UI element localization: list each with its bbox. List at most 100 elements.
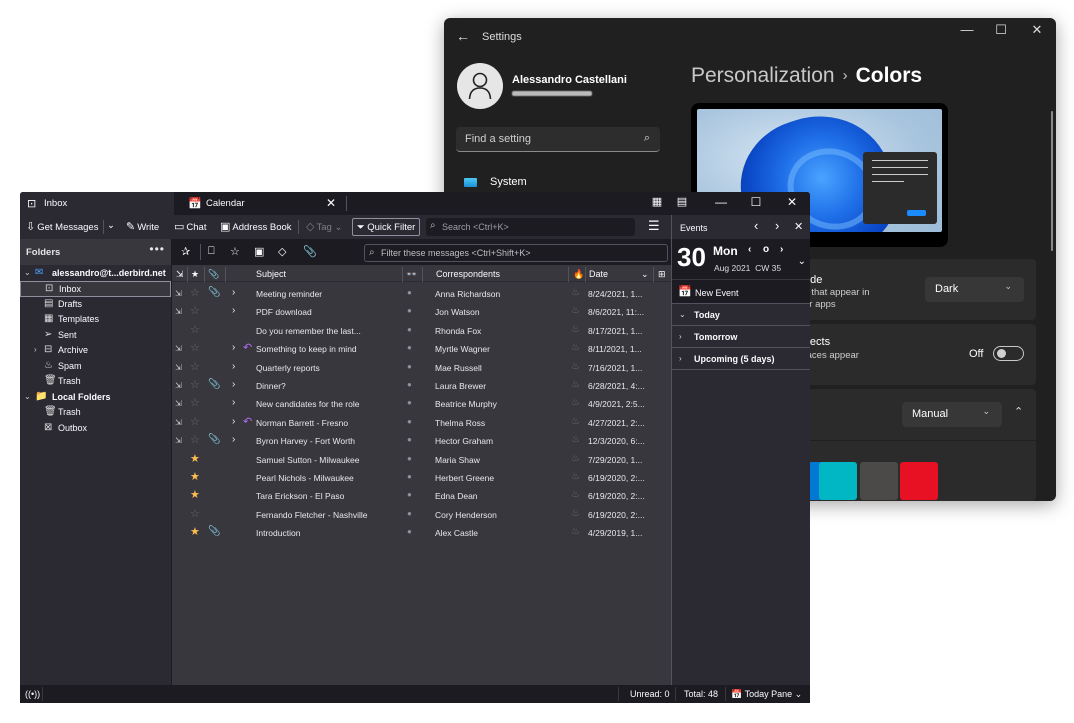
message-row[interactable]: ⇲ ☆ › New candidates for the role ● Beatrice …	[172, 395, 671, 413]
read-status-icon[interactable]: ●	[407, 398, 412, 407]
star-icon[interactable]: ☆	[190, 304, 200, 317]
read-status-icon[interactable]: ●	[407, 380, 412, 389]
read-status-icon[interactable]: ●	[407, 343, 412, 352]
folder-item[interactable]: › ⊟ Archive	[20, 343, 171, 359]
folder-item[interactable]: 🗑 Trash	[20, 374, 171, 390]
message-row[interactable]: ☆ Do you remember the last... ● Rhonda Fox ♨…	[172, 322, 671, 340]
star-icon[interactable]: ☆	[190, 286, 200, 299]
read-status-icon[interactable]: ●	[407, 472, 412, 481]
accent-mode-dropdown[interactable]: Manual ⌄	[902, 402, 1002, 427]
chevron-right-icon[interactable]: ›	[232, 434, 235, 445]
message-row[interactable]: ★ Samuel Sutton - Milwaukee ● Maria Shaw ♨ 7/…	[172, 451, 671, 469]
junk-status-icon[interactable]: ♨	[571, 287, 580, 298]
section-today[interactable]: ⌄ Today	[672, 304, 810, 326]
message-row[interactable]: ⇲ ☆ › Quarterly reports ● Mae Russell ♨ 7/16/20…	[172, 359, 671, 377]
chevron-right-icon[interactable]: ›	[232, 305, 235, 316]
section-upcoming[interactable]: › Upcoming (5 days)	[672, 348, 810, 370]
attachment-filter-icon[interactable]: 📎	[303, 245, 317, 258]
chat-button[interactable]: ▭ Chat	[174, 220, 206, 233]
message-row[interactable]: ⇲ ☆ 📎 › Byron Harvey - Fort Worth ● Hector Gra…	[172, 432, 671, 450]
maximize-button[interactable]: ☐	[741, 195, 771, 209]
read-status-icon[interactable]: ●	[407, 490, 412, 499]
folder-item[interactable]: ⌄ 📁 Local Folders	[20, 390, 171, 406]
sticky-filter-icon[interactable]: ✰	[181, 245, 190, 258]
settings-search-input[interactable]: Find a setting ⌕	[456, 127, 660, 152]
minimize-button[interactable]: —	[950, 22, 984, 37]
read-status-icon[interactable]: ●	[407, 527, 412, 536]
new-event-button[interactable]: 📅 New Event	[672, 279, 810, 304]
message-row[interactable]: ⇲ ☆ › ↶ Norman Barrett - Fresno ● Thelma Ross ♨…	[172, 414, 671, 432]
star-icon[interactable]: ☆	[190, 415, 200, 428]
next-day-icon[interactable]: ›	[780, 244, 783, 255]
app-menu-button[interactable]: ☰	[648, 218, 660, 234]
accent-swatch[interactable]	[860, 462, 898, 500]
junk-status-icon[interactable]: ♨	[571, 526, 580, 537]
read-status-icon[interactable]: ●	[407, 417, 412, 426]
message-row[interactable]: ☆ Fernando Fletcher - Nashville ● Cory Hend…	[172, 506, 671, 524]
folder-item[interactable]: ➢ Sent	[20, 328, 171, 344]
today-icon[interactable]: o	[763, 244, 769, 255]
write-button[interactable]: ✎ Write	[126, 220, 159, 233]
junk-status-icon[interactable]: ♨	[571, 305, 580, 316]
tasks-view-icon[interactable]: ▤	[667, 195, 697, 208]
star-icon[interactable]: ☆	[190, 378, 200, 391]
junk-status-icon[interactable]: ♨	[571, 416, 580, 427]
folder-item[interactable]: ▦ Templates	[20, 312, 171, 328]
folder-item[interactable]: ▤ Drafts	[20, 297, 171, 313]
tab-calendar[interactable]: 📅 Calendar ✕	[180, 192, 346, 215]
message-row[interactable]: ⇲ ☆ › PDF download ● Jon Watson ♨ 8/6/2021, 11:…	[172, 303, 671, 321]
star-icon[interactable]: ☆	[190, 323, 200, 336]
subject-column-header[interactable]: Subject	[256, 269, 286, 279]
read-status-icon[interactable]: ●	[407, 509, 412, 518]
read-status-icon[interactable]: ●	[407, 362, 412, 371]
sort-chevron-icon[interactable]: ⌄	[641, 269, 649, 280]
scrollbar[interactable]	[1051, 111, 1053, 251]
message-row[interactable]: ★ Pearl Nichols - Milwaukee ● Herbert Green…	[172, 469, 671, 487]
message-row[interactable]: ⇲ ☆ 📎 › Dinner? ● Laura Brewer ♨ 6/28/2021, 4:..…	[172, 377, 671, 395]
thread-column-header[interactable]: ⇲	[176, 269, 184, 280]
folder-item[interactable]: ⊠ Outbox	[20, 421, 171, 437]
chevron-right-icon[interactable]: ›	[232, 342, 235, 353]
star-icon[interactable]: ☆	[190, 507, 200, 520]
message-row[interactable]: ★ Tara Erickson - El Paso ● Edna Dean ♨ 6/19/…	[172, 487, 671, 505]
tab-inbox[interactable]: ⊡ Inbox	[20, 192, 174, 215]
next-view-icon[interactable]: ›	[775, 218, 779, 233]
chevron-down-icon[interactable]: ⌄	[24, 392, 31, 401]
junk-status-icon[interactable]: ♨	[571, 342, 580, 353]
star-icon[interactable]: ☆	[190, 341, 200, 354]
chevron-down-icon[interactable]: ⌄	[24, 268, 31, 277]
avatar[interactable]	[457, 63, 503, 109]
chevron-down-icon[interactable]: ⌄	[798, 256, 806, 267]
unread-filter-icon[interactable]: ⎕	[208, 245, 215, 258]
accent-swatch[interactable]	[900, 462, 938, 500]
star-icon[interactable]: ☆	[190, 396, 200, 409]
quick-filter-button[interactable]: ⏷ Quick Filter	[352, 218, 420, 236]
junk-status-icon[interactable]: ♨	[571, 379, 580, 390]
junk-status-icon[interactable]: ♨	[571, 471, 580, 482]
chevron-right-icon[interactable]: ›	[232, 397, 235, 408]
junk-status-icon[interactable]: ♨	[571, 508, 580, 519]
attachment-column-header[interactable]: 📎	[208, 269, 219, 280]
junk-status-icon[interactable]: ♨	[571, 489, 580, 500]
read-status-icon[interactable]: ●	[407, 454, 412, 463]
junk-column-header[interactable]: 🔥	[573, 269, 584, 280]
junk-status-icon[interactable]: ♨	[571, 397, 580, 408]
correspondents-column-header[interactable]: Correspondents	[436, 269, 500, 279]
star-icon[interactable]: ★	[190, 525, 200, 538]
folder-item[interactable]: ⌄ ✉ alessandro@t...derbird.net	[20, 266, 171, 282]
junk-status-icon[interactable]: ♨	[571, 324, 580, 335]
previous-day-icon[interactable]: ‹	[748, 244, 751, 255]
star-column-header[interactable]: ★	[191, 269, 199, 280]
read-status-icon[interactable]: ●	[407, 288, 412, 297]
star-icon[interactable]: ★	[190, 452, 200, 465]
star-icon[interactable]: ★	[190, 488, 200, 501]
date-column-header[interactable]: Date	[589, 269, 608, 279]
column-picker-icon[interactable]: ⊞	[658, 269, 666, 280]
get-messages-dropdown[interactable]: ⌄	[107, 220, 115, 231]
star-icon[interactable]: ★	[190, 470, 200, 483]
star-icon[interactable]: ☆	[190, 433, 200, 446]
folder-item[interactable]: 🗑 Trash	[20, 405, 171, 421]
starred-filter-icon[interactable]: ☆	[230, 245, 240, 258]
more-options-icon[interactable]: •••	[149, 242, 165, 256]
get-messages-button[interactable]: ⇩ Get Messages	[26, 220, 98, 233]
